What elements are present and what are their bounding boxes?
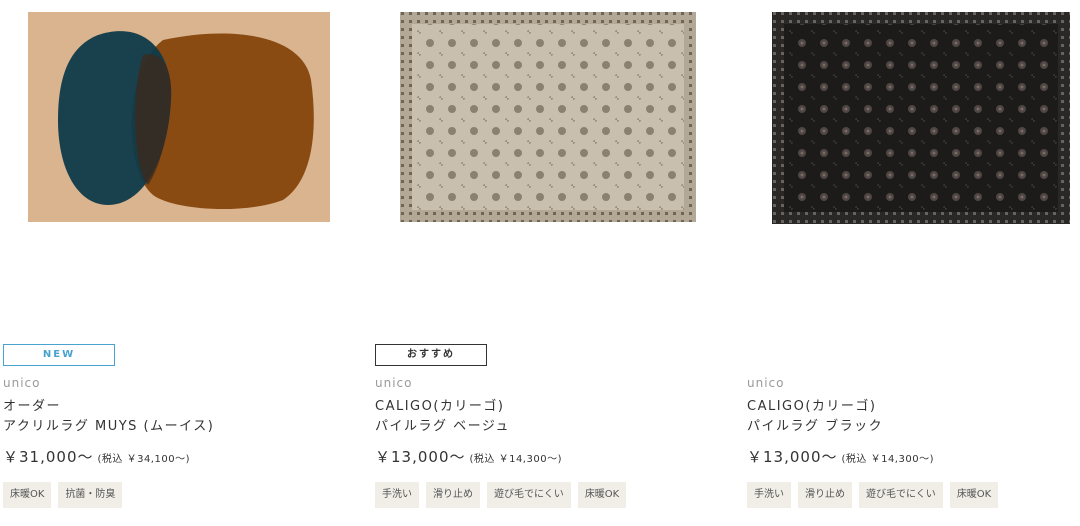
feature-tag: 手洗い xyxy=(747,482,791,508)
feature-tags: 手洗い 滑り止め 遊び毛でにくい 床暖OK xyxy=(747,482,999,508)
brand-name[interactable]: unico xyxy=(747,376,784,390)
product-price: ￥13,000～ (税込 ￥14,300～) xyxy=(375,446,562,467)
product-card[interactable]: NEW unico オーダー アクリルラグ MUYS (ムーイス) ￥31,00… xyxy=(3,0,343,526)
product-grid: NEW unico オーダー アクリルラグ MUYS (ムーイス) ￥31,00… xyxy=(0,0,1080,526)
product-image[interactable] xyxy=(3,10,343,226)
feature-tag: 遊び毛でにくい xyxy=(859,482,943,508)
product-price: ￥31,000～ (税込 ￥34,100～) xyxy=(3,446,190,467)
product-price: ￥13,000～ (税込 ￥14,300～) xyxy=(747,446,934,467)
feature-tag: 遊び毛でにくい xyxy=(487,482,571,508)
price-value: ￥13,000～ xyxy=(747,448,838,466)
feature-tag: 手洗い xyxy=(375,482,419,508)
product-name-line2: アクリルラグ MUYS (ムーイス) xyxy=(3,419,215,434)
product-card[interactable]: おすすめ unico CALIGO(カリーゴ) パイルラグ ベージュ ￥13,0… xyxy=(375,0,715,526)
product-name-line2: パイルラグ ベージュ xyxy=(375,419,510,434)
product-name-line1: CALIGO(カリーゴ) xyxy=(747,399,877,414)
price-value: ￥13,000～ xyxy=(375,448,466,466)
product-name[interactable]: オーダー アクリルラグ MUYS (ムーイス) xyxy=(3,397,214,437)
new-badge: NEW xyxy=(3,344,115,366)
price-tax: (税込 ￥14,300～) xyxy=(469,454,562,465)
feature-tags: 床暖OK 抗菌・防臭 xyxy=(3,482,123,508)
feature-tag: 抗菌・防臭 xyxy=(58,482,123,508)
feature-tag: 床暖OK xyxy=(3,482,52,508)
feature-tag: 滑り止め xyxy=(798,482,852,508)
recommend-badge: おすすめ xyxy=(375,344,487,366)
price-tax: (税込 ￥14,300～) xyxy=(841,454,934,465)
feature-tags: 手洗い 滑り止め 遊び毛でにくい 床暖OK xyxy=(375,482,627,508)
product-name[interactable]: CALIGO(カリーゴ) パイルラグ ブラック xyxy=(747,397,883,437)
brand-name[interactable]: unico xyxy=(375,376,412,390)
feature-tag: 床暖OK xyxy=(577,482,627,508)
product-name-line1: オーダー xyxy=(3,399,62,414)
feature-tag: 床暖OK xyxy=(949,482,999,508)
price-tax: (税込 ￥34,100～) xyxy=(97,454,190,465)
product-name-line2: パイルラグ ブラック xyxy=(747,419,884,434)
product-image[interactable] xyxy=(375,10,715,226)
brand-name[interactable]: unico xyxy=(3,376,40,390)
product-name[interactable]: CALIGO(カリーゴ) パイルラグ ベージュ xyxy=(375,397,510,437)
product-name-line1: CALIGO(カリーゴ) xyxy=(375,399,505,414)
product-card[interactable]: unico CALIGO(カリーゴ) パイルラグ ブラック ￥13,000～ (税… xyxy=(747,0,1080,526)
price-value: ￥31,000～ xyxy=(3,448,94,466)
feature-tag: 滑り止め xyxy=(426,482,480,508)
product-image[interactable] xyxy=(747,10,1080,226)
